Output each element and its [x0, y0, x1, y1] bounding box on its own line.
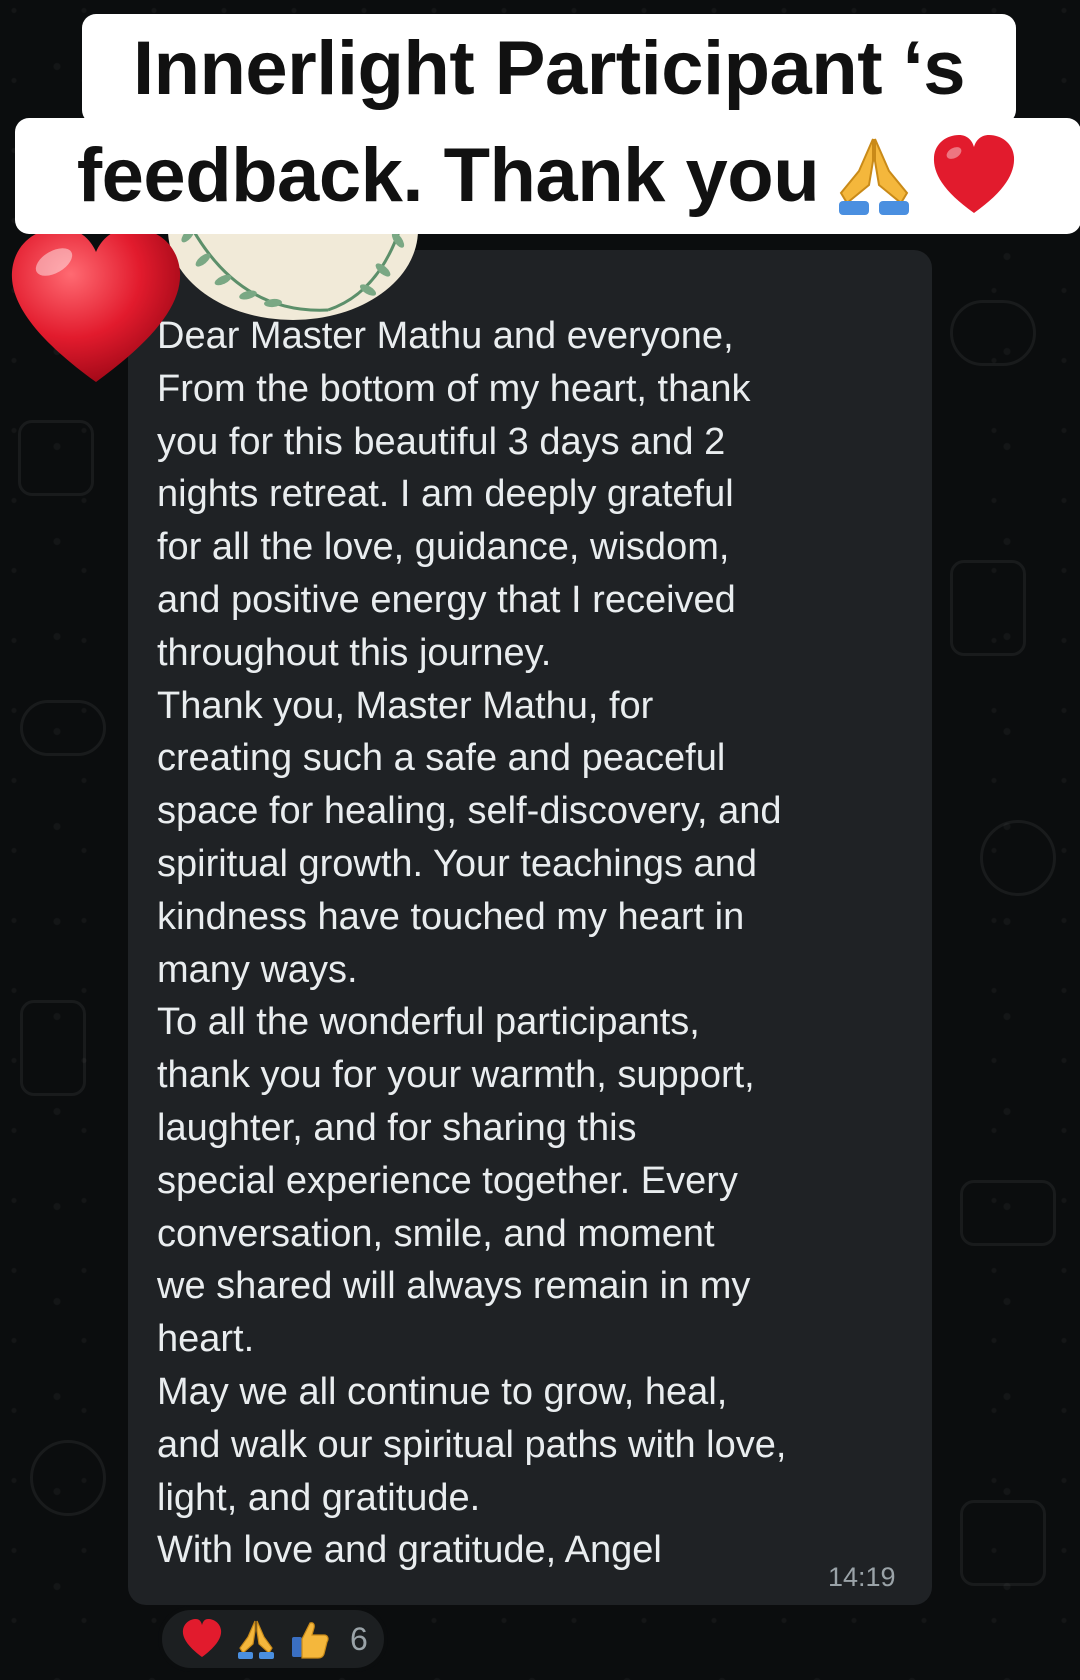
heart-sticker-icon [11, 228, 181, 382]
message-line: special experience together. Every [157, 1159, 738, 1202]
message-line: many ways. [157, 948, 358, 991]
reactions-pill[interactable]: 6 [158, 1606, 388, 1672]
message-line: and walk our spiritual paths with love, [157, 1423, 787, 1466]
wallpaper-doodle [20, 1000, 86, 1096]
wallpaper-doodle [960, 1180, 1056, 1246]
red-heart-icon [182, 1619, 222, 1657]
message-line: we shared will always remain in my [157, 1265, 751, 1308]
caption-line-2: feedback. Thank you [15, 118, 1080, 234]
message-line: spiritual growth. Your teachings and [157, 842, 757, 885]
message-line: Dear Master Mathu and everyone, [157, 315, 734, 357]
message-line: conversation, smile, and moment [157, 1212, 715, 1255]
thumbs-up-icon [292, 1622, 329, 1659]
message-line: nights retreat. I am deeply grateful [157, 473, 734, 516]
wallpaper-doodle [30, 1440, 106, 1516]
wallpaper-doodle [960, 1500, 1046, 1586]
message-line: To all the wonderful participants, [157, 1001, 700, 1044]
caption-line-1: Innerlight Participant ‘s [82, 14, 1016, 124]
message-text: Dear Master Mathu and everyone, From the… [157, 310, 917, 1577]
message-line: laughter, and for sharing this [157, 1106, 637, 1149]
folded-hands-icon [238, 1620, 274, 1659]
message-line: heart. [157, 1318, 255, 1361]
wallpaper-doodle [950, 300, 1036, 366]
reaction-count: 6 [350, 1620, 368, 1657]
message-line: From the bottom of my heart, thank [157, 367, 751, 410]
message-line: light, and gratitude. [157, 1476, 481, 1519]
message-line: Thank you, Master Mathu, for [157, 684, 654, 727]
red-heart-icon [934, 135, 1015, 213]
message-line: space for healing, self-discovery, and [157, 790, 782, 833]
message-line: May we all continue to grow, heal, [157, 1370, 728, 1413]
message-line: for all the love, guidance, wisdom, [157, 526, 730, 569]
caption-text-2: feedback. Thank you [76, 133, 820, 218]
message-line: and positive energy that I received [157, 578, 736, 621]
message-line: thank you for your warmth, support, [157, 1054, 755, 1097]
caption-text-1: Innerlight Participant ‘s [132, 26, 966, 111]
message-line: creating such a safe and peaceful [157, 737, 726, 780]
message-line: throughout this journey. [157, 631, 552, 674]
message-line: you for this beautiful 3 days and 2 [157, 420, 726, 463]
folded-hands-icon [839, 138, 910, 215]
wallpaper-doodle [18, 420, 94, 496]
wallpaper-doodle [20, 700, 106, 756]
message-line: kindness have touched my heart in [157, 895, 745, 938]
message-line: With love and gratitude, Angel [157, 1529, 662, 1572]
message-timestamp: 14:19 [828, 1562, 896, 1592]
wallpaper-doodle [950, 560, 1026, 656]
wallpaper-doodle [980, 820, 1056, 896]
